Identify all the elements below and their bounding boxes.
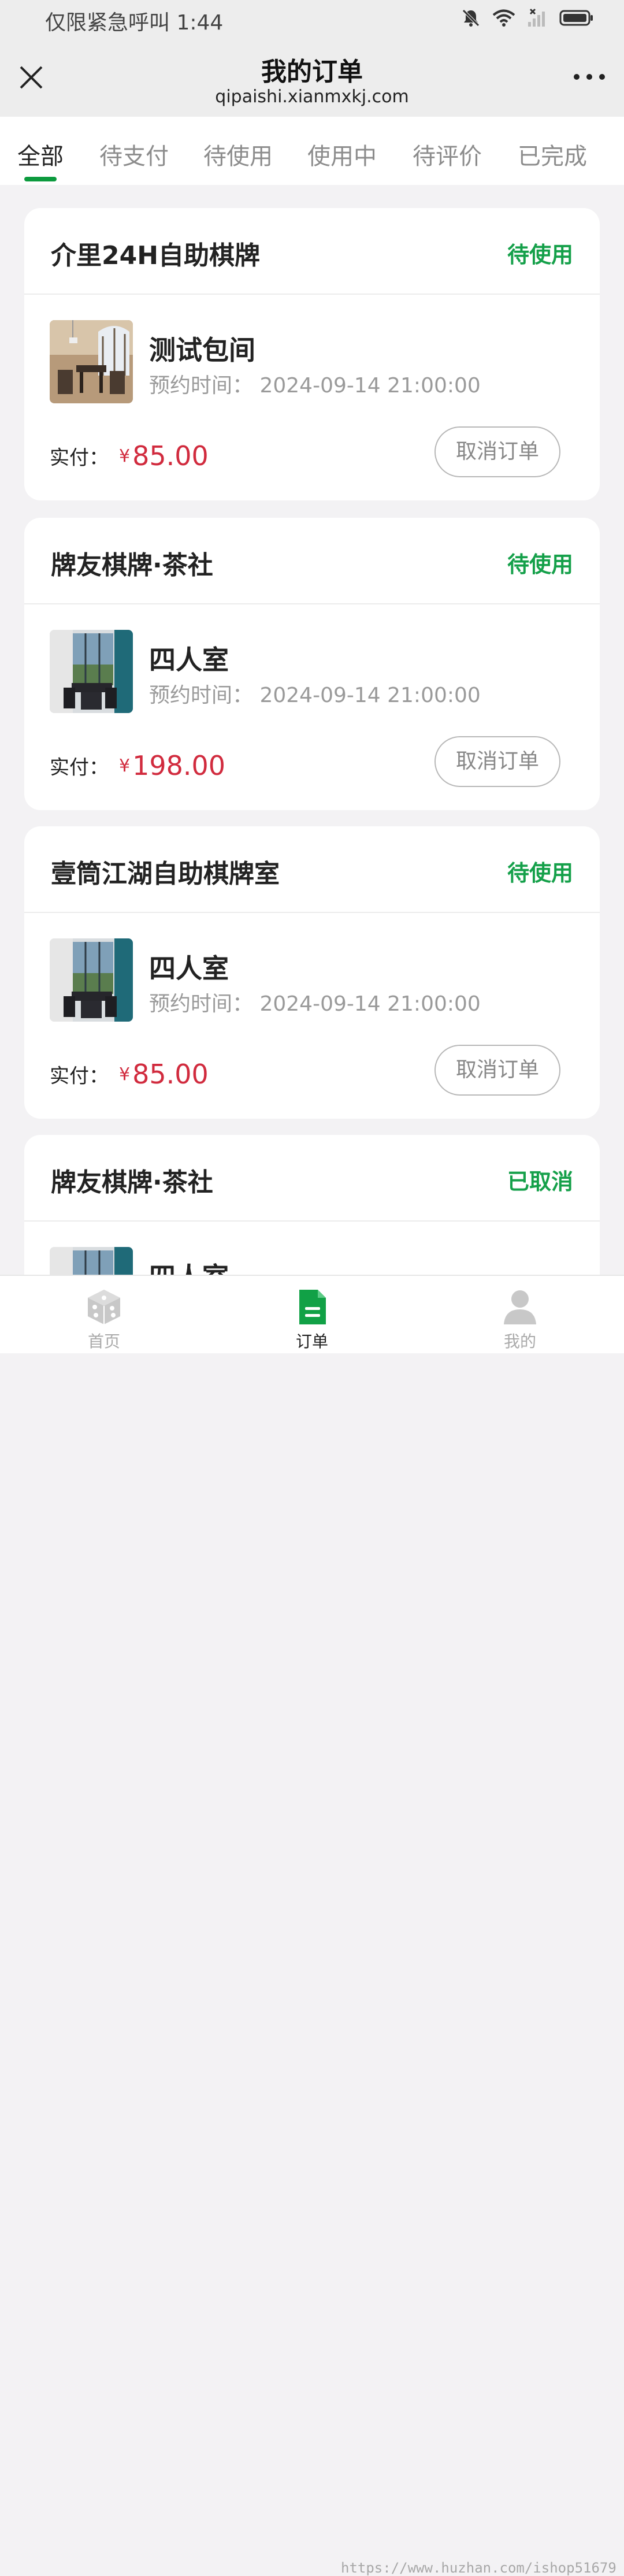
order-tabs: 全部 待支付 待使用 使用中 待评价 已完成: [0, 117, 624, 185]
shop-name: 牌友棋牌·茶社: [51, 1168, 213, 1197]
watermark: https://www.huzhan.com/ishop51679: [341, 2560, 616, 2576]
tab-all[interactable]: 全部: [17, 138, 64, 171]
shop-name: 介里24H自助棋牌: [51, 241, 261, 270]
booking-time: 预约时间： 2024-09-14 21:00:00: [149, 369, 481, 399]
room-thumbnail: [50, 938, 133, 1022]
order-status: 待使用: [507, 242, 573, 268]
order-card[interactable]: 壹筒江湖自助棋牌室 待使用 四人室 预约时间： 2024-09-14 21:00…: [24, 826, 600, 1119]
paid-label: 实付：: [50, 1064, 109, 1088]
order-card-header: 牌友棋牌·茶社 已取消: [24, 1135, 600, 1222]
shop-name: 牌友棋牌·茶社: [51, 551, 213, 580]
dice-icon: [88, 1290, 120, 1324]
nav-bar: 我的订单 qipaishi.xianmxkj.com: [0, 42, 624, 117]
nav-home[interactable]: 首页: [46, 1276, 162, 1353]
battery-icon: [559, 10, 593, 26]
room-thumbnail: [50, 320, 133, 403]
booking-time-label: 预约时间：: [149, 992, 254, 1016]
paid-amount: 实付： ¥85.00: [50, 440, 209, 472]
order-card[interactable]: 介里24H自助棋牌 待使用 测试包间 预约时间： 2024-09-14 21:0…: [24, 208, 600, 500]
shop-name: 壹筒江湖自助棋牌室: [51, 859, 280, 889]
room-name: 四人室: [149, 644, 229, 675]
booking-time: 预约时间： 2024-09-14 21:00:00: [149, 678, 481, 708]
order-card-header: 牌友棋牌·茶社 待使用: [24, 518, 600, 604]
price-value: 198.00: [132, 750, 226, 781]
paid-amount: 实付： ¥85.00: [50, 1059, 209, 1090]
active-tab-indicator: [24, 177, 57, 181]
paid-label: 实付：: [50, 756, 109, 780]
currency-symbol: ¥: [119, 446, 131, 466]
booking-time: 预约时间： 2024-09-14 21:00:00: [149, 987, 481, 1017]
tab-pending-payment[interactable]: 待支付: [99, 138, 169, 171]
tab-pending-review[interactable]: 待评价: [413, 138, 482, 171]
order-card[interactable]: 牌友棋牌·茶社 待使用 四人室 预约时间： 2024-09-14 21:00:0…: [24, 518, 600, 810]
cancel-order-button[interactable]: 取消订单: [434, 736, 560, 787]
booking-time-label: 预约时间：: [149, 684, 254, 707]
more-icon[interactable]: [571, 68, 608, 86]
status-bar: 仅限紧急呼叫 1:44: [0, 0, 624, 42]
mute-bell-icon: [462, 9, 480, 27]
room-name: 测试包间: [149, 335, 255, 366]
price-value: 85.00: [132, 1059, 209, 1090]
order-document-icon: [299, 1290, 326, 1324]
status-icons: [461, 8, 594, 28]
room-name: 四人室: [149, 953, 229, 984]
paid-amount: 实付： ¥198.00: [50, 750, 225, 781]
order-status: 已取消: [507, 1169, 573, 1194]
booking-time-value: 2024-09-14 21:00:00: [259, 374, 481, 398]
wifi-icon: [492, 9, 515, 27]
bottom-nav: 首页 订单 我的 https://www.huzhan.com/ishop516…: [0, 1275, 624, 2576]
no-signal-icon: [528, 8, 545, 27]
nav-orders-label: 订单: [295, 1332, 328, 1351]
room-thumbnail: [50, 630, 133, 713]
status-text: 仅限紧急呼叫 1:44: [45, 11, 224, 35]
booking-time-value: 2024-09-14 21:00:00: [259, 684, 481, 707]
currency-symbol: ¥: [119, 755, 131, 776]
nav-orders[interactable]: 订单: [254, 1276, 370, 1353]
price-value: 85.00: [132, 440, 209, 472]
nav-mine-label: 我的: [503, 1332, 536, 1351]
page-url: qipaishi.xianmxkj.com: [215, 87, 409, 107]
nav-home-label: 首页: [87, 1332, 120, 1351]
cancel-order-button[interactable]: 取消订单: [434, 1045, 560, 1096]
nav-mine[interactable]: 我的: [462, 1276, 578, 1353]
user-icon: [504, 1290, 536, 1324]
page-title: 我的订单: [261, 57, 363, 87]
tab-in-use[interactable]: 使用中: [307, 138, 377, 171]
tab-pending-use[interactable]: 待使用: [203, 138, 273, 171]
booking-time-value: 2024-09-14 21:00:00: [259, 992, 481, 1016]
tab-completed[interactable]: 已完成: [518, 138, 587, 171]
currency-symbol: ¥: [119, 1064, 131, 1085]
order-card-header: 介里24H自助棋牌 待使用: [24, 208, 600, 295]
cancel-order-button[interactable]: 取消订单: [434, 426, 560, 477]
order-status: 待使用: [507, 552, 573, 577]
paid-label: 实付：: [50, 446, 109, 470]
booking-time-label: 预约时间：: [149, 374, 254, 398]
order-card-header: 壹筒江湖自助棋牌室 待使用: [24, 826, 600, 913]
order-status: 待使用: [507, 860, 573, 886]
